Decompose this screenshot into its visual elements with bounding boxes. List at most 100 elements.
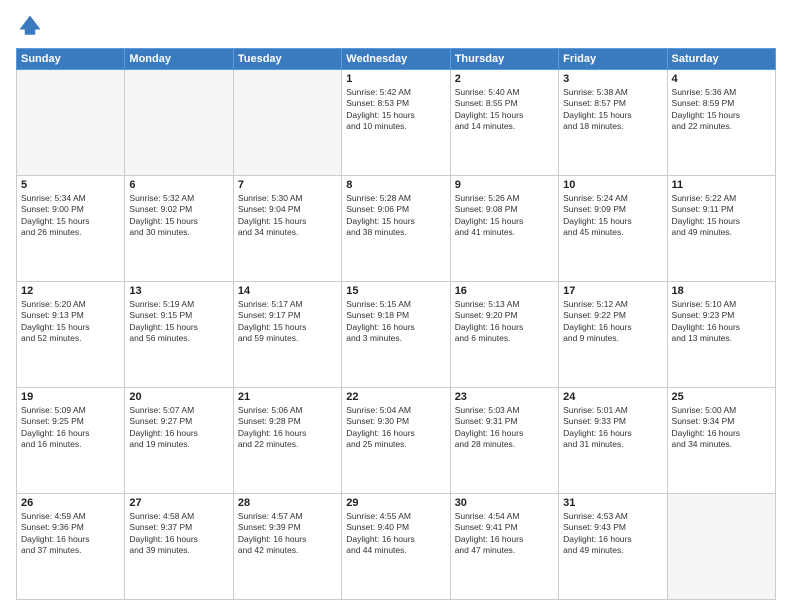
header <box>16 12 776 40</box>
day-info: Sunrise: 5:13 AMSunset: 9:20 PMDaylight:… <box>455 299 554 345</box>
day-number: 6 <box>129 179 228 191</box>
day-number: 21 <box>238 391 337 403</box>
day-info: Sunrise: 5:17 AMSunset: 9:17 PMDaylight:… <box>238 299 337 345</box>
day-info: Sunrise: 4:59 AMSunset: 9:36 PMDaylight:… <box>21 511 120 557</box>
logo <box>16 12 48 40</box>
day-info: Sunrise: 5:22 AMSunset: 9:11 PMDaylight:… <box>672 193 771 239</box>
day-number: 18 <box>672 285 771 297</box>
calendar-cell: 19Sunrise: 5:09 AMSunset: 9:25 PMDayligh… <box>17 388 125 494</box>
calendar-cell: 12 Sunrise: 5:20 AMSunset: 9:13 PMDayligh… <box>17 282 125 388</box>
day-header-sunday: Sunday <box>17 49 125 70</box>
calendar-week-row: 5 Sunrise: 5:34 AMSunset: 9:00 PMDaylight… <box>17 176 776 282</box>
day-number: 29 <box>346 497 445 509</box>
day-info: Sunrise: 5:07 AMSunset: 9:27 PMDaylight:… <box>129 405 228 451</box>
day-info: Sunrise: 4:58 AMSunset: 9:37 PMDaylight:… <box>129 511 228 557</box>
day-info: Sunrise: 4:57 AMSunset: 9:39 PMDaylight:… <box>238 511 337 557</box>
calendar-cell: 6 Sunrise: 5:32 AMSunset: 9:02 PMDaylight… <box>125 176 233 282</box>
day-info: Sunrise: 5:06 AMSunset: 9:28 PMDaylight:… <box>238 405 337 451</box>
day-number: 3 <box>563 73 662 85</box>
day-info: Sunrise: 5:32 AMSunset: 9:02 PMDaylight:… <box>129 193 228 239</box>
calendar-cell: 11 Sunrise: 5:22 AMSunset: 9:11 PMDayligh… <box>667 176 775 282</box>
calendar-week-row: 26 Sunrise: 4:59 AMSunset: 9:36 PMDayligh… <box>17 494 776 600</box>
day-number: 12 <box>21 285 120 297</box>
day-info: Sunrise: 5:10 AMSunset: 9:23 PMDaylight:… <box>672 299 771 345</box>
calendar-cell: 31 Sunrise: 4:53 AMSunset: 9:43 PMDayligh… <box>559 494 667 600</box>
day-number: 5 <box>21 179 120 191</box>
calendar-cell: 24 Sunrise: 5:01 AMSunset: 9:33 PMDayligh… <box>559 388 667 494</box>
day-number: 30 <box>455 497 554 509</box>
day-info: Sunrise: 5:04 AMSunset: 9:30 PMDaylight:… <box>346 405 445 451</box>
day-info: Sunrise: 5:03 AMSunset: 9:31 PMDaylight:… <box>455 405 554 451</box>
calendar-cell: 30 Sunrise: 4:54 AMSunset: 9:41 PMDayligh… <box>450 494 558 600</box>
calendar-cell <box>667 494 775 600</box>
day-info: Sunrise: 5:36 AMSunset: 8:59 PMDaylight:… <box>672 87 771 133</box>
day-number: 7 <box>238 179 337 191</box>
calendar-cell <box>17 70 125 176</box>
calendar-cell: 25Sunrise: 5:00 AMSunset: 9:34 PMDayligh… <box>667 388 775 494</box>
logo-icon <box>16 12 44 40</box>
day-info: Sunrise: 5:12 AMSunset: 9:22 PMDaylight:… <box>563 299 662 345</box>
calendar-cell: 27 Sunrise: 4:58 AMSunset: 9:37 PMDayligh… <box>125 494 233 600</box>
day-number: 20 <box>129 391 228 403</box>
day-number: 16 <box>455 285 554 297</box>
calendar-cell: 13Sunrise: 5:19 AMSunset: 9:15 PMDayligh… <box>125 282 233 388</box>
calendar-week-row: 19Sunrise: 5:09 AMSunset: 9:25 PMDayligh… <box>17 388 776 494</box>
calendar-cell: 3 Sunrise: 5:38 AMSunset: 8:57 PMDaylight… <box>559 70 667 176</box>
day-number: 14 <box>238 285 337 297</box>
calendar-cell: 4 Sunrise: 5:36 AMSunset: 8:59 PMDaylight… <box>667 70 775 176</box>
page: SundayMondayTuesdayWednesdayThursdayFrid… <box>0 0 792 612</box>
day-info: Sunrise: 5:15 AMSunset: 9:18 PMDaylight:… <box>346 299 445 345</box>
calendar-cell: 20 Sunrise: 5:07 AMSunset: 9:27 PMDayligh… <box>125 388 233 494</box>
calendar-cell: 22 Sunrise: 5:04 AMSunset: 9:30 PMDayligh… <box>342 388 450 494</box>
day-header-thursday: Thursday <box>450 49 558 70</box>
day-number: 26 <box>21 497 120 509</box>
day-info: Sunrise: 5:20 AMSunset: 9:13 PMDaylight:… <box>21 299 120 345</box>
calendar-week-row: 1 Sunrise: 5:42 AMSunset: 8:53 PMDaylight… <box>17 70 776 176</box>
day-number: 17 <box>563 285 662 297</box>
day-info: Sunrise: 5:40 AMSunset: 8:55 PMDaylight:… <box>455 87 554 133</box>
day-info: Sunrise: 5:01 AMSunset: 9:33 PMDaylight:… <box>563 405 662 451</box>
day-number: 13 <box>129 285 228 297</box>
calendar-cell: 14 Sunrise: 5:17 AMSunset: 9:17 PMDayligh… <box>233 282 341 388</box>
calendar-cell: 16 Sunrise: 5:13 AMSunset: 9:20 PMDayligh… <box>450 282 558 388</box>
day-number: 1 <box>346 73 445 85</box>
day-info: Sunrise: 4:55 AMSunset: 9:40 PMDaylight:… <box>346 511 445 557</box>
day-info: Sunrise: 5:42 AMSunset: 8:53 PMDaylight:… <box>346 87 445 133</box>
day-header-tuesday: Tuesday <box>233 49 341 70</box>
day-info: Sunrise: 5:34 AMSunset: 9:00 PMDaylight:… <box>21 193 120 239</box>
day-number: 9 <box>455 179 554 191</box>
calendar-cell: 15 Sunrise: 5:15 AMSunset: 9:18 PMDayligh… <box>342 282 450 388</box>
day-header-saturday: Saturday <box>667 49 775 70</box>
day-number: 31 <box>563 497 662 509</box>
calendar-cell: 5 Sunrise: 5:34 AMSunset: 9:00 PMDaylight… <box>17 176 125 282</box>
day-number: 27 <box>129 497 228 509</box>
day-info: Sunrise: 5:38 AMSunset: 8:57 PMDaylight:… <box>563 87 662 133</box>
calendar-cell: 1 Sunrise: 5:42 AMSunset: 8:53 PMDaylight… <box>342 70 450 176</box>
day-info: Sunrise: 5:26 AMSunset: 9:08 PMDaylight:… <box>455 193 554 239</box>
calendar-cell: 8Sunrise: 5:28 AMSunset: 9:06 PMDaylight… <box>342 176 450 282</box>
day-number: 4 <box>672 73 771 85</box>
day-number: 23 <box>455 391 554 403</box>
day-number: 11 <box>672 179 771 191</box>
calendar-cell: 7Sunrise: 5:30 AMSunset: 9:04 PMDaylight… <box>233 176 341 282</box>
day-number: 22 <box>346 391 445 403</box>
day-number: 2 <box>455 73 554 85</box>
calendar-cell: 2 Sunrise: 5:40 AMSunset: 8:55 PMDaylight… <box>450 70 558 176</box>
calendar-cell: 28Sunrise: 4:57 AMSunset: 9:39 PMDayligh… <box>233 494 341 600</box>
day-info: Sunrise: 4:53 AMSunset: 9:43 PMDaylight:… <box>563 511 662 557</box>
day-header-monday: Monday <box>125 49 233 70</box>
calendar-cell: 17 Sunrise: 5:12 AMSunset: 9:22 PMDayligh… <box>559 282 667 388</box>
day-info: Sunrise: 5:00 AMSunset: 9:34 PMDaylight:… <box>672 405 771 451</box>
day-info: Sunrise: 4:54 AMSunset: 9:41 PMDaylight:… <box>455 511 554 557</box>
day-number: 8 <box>346 179 445 191</box>
day-number: 24 <box>563 391 662 403</box>
calendar-cell: 21 Sunrise: 5:06 AMSunset: 9:28 PMDayligh… <box>233 388 341 494</box>
calendar-cell: 18 Sunrise: 5:10 AMSunset: 9:23 PMDayligh… <box>667 282 775 388</box>
calendar-header-row: SundayMondayTuesdayWednesdayThursdayFrid… <box>17 49 776 70</box>
day-number: 15 <box>346 285 445 297</box>
day-info: Sunrise: 5:09 AMSunset: 9:25 PMDaylight:… <box>21 405 120 451</box>
day-header-friday: Friday <box>559 49 667 70</box>
calendar-cell <box>233 70 341 176</box>
calendar-cell: 9 Sunrise: 5:26 AMSunset: 9:08 PMDaylight… <box>450 176 558 282</box>
calendar-cell: 26 Sunrise: 4:59 AMSunset: 9:36 PMDayligh… <box>17 494 125 600</box>
